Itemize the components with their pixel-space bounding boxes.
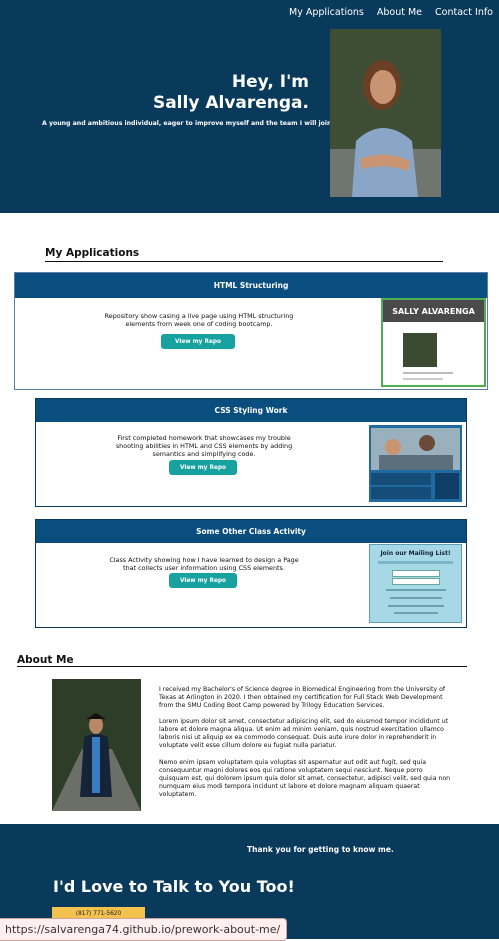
contact-headline: I'd Love to Talk to You Too!	[53, 877, 295, 896]
project-card-html: HTML Structuring Repository show casing …	[14, 272, 488, 390]
card-description: Class Activity showing how I have learne…	[109, 556, 299, 572]
thumb-line	[394, 612, 438, 614]
nav-my-applications[interactable]: My Applications	[289, 7, 364, 18]
thumb-input	[392, 570, 440, 577]
thumb-input	[392, 578, 440, 585]
project-card-css: CSS Styling Work First completed homewor…	[35, 398, 467, 507]
thumb-line	[388, 605, 444, 607]
profile-photo	[330, 29, 441, 197]
card-description: First completed homework that showcases …	[115, 434, 293, 458]
view-repo-button[interactable]: View my Repo	[161, 334, 235, 349]
hero-greeting: Hey, I'm	[231, 72, 309, 92]
card-title: CSS Styling Work	[36, 399, 466, 422]
hero-name: Sally Alvarenga.	[152, 93, 309, 113]
project-card-class-activity: Some Other Class Activity Class Activity…	[35, 519, 467, 628]
thumb-line	[378, 561, 453, 564]
applications-heading: My Applications	[45, 247, 140, 259]
thumb-line	[386, 589, 446, 591]
about-heading: About Me	[17, 654, 74, 666]
card-title: Some Other Class Activity	[36, 520, 466, 543]
about-paragraph: Nemo enim ipsam voluptatem quia voluptas…	[159, 759, 451, 798]
thumb-banner: SALLY ALVARENGA	[383, 300, 484, 322]
link-status-bar: https://salvarenga74.github.io/prework-a…	[0, 918, 288, 941]
view-repo-button[interactable]: View my Repo	[169, 460, 237, 475]
hero-heading: Hey, I'm Sally Alvarenga.	[153, 72, 309, 114]
thumb-line	[390, 597, 442, 599]
about-paragraph: I received my Bachelor's of Science degr…	[159, 686, 446, 709]
top-nav: My Applications About Me Contact Info	[289, 7, 493, 18]
about-divider	[17, 666, 467, 667]
hero-tagline: A young and ambitious individual, eager …	[42, 120, 334, 127]
nav-about-me[interactable]: About Me	[377, 7, 422, 18]
thumb-line	[403, 378, 443, 380]
thanks-text: Thank you for getting to know me.	[247, 845, 394, 854]
thumb-line	[403, 372, 453, 374]
thumb-title: Join our Mailing List!	[380, 550, 451, 557]
project-screenshot[interactable]: Join our Mailing List!	[369, 544, 462, 623]
nav-contact-info[interactable]: Contact Info	[435, 7, 493, 18]
thumb-photo	[403, 333, 437, 367]
card-title: HTML Structuring	[15, 273, 487, 298]
view-repo-button[interactable]: View my Repo	[169, 573, 237, 588]
applications-divider	[45, 261, 443, 262]
card-description: Repository show casing a live page using…	[104, 312, 294, 328]
project-screenshot[interactable]: SALLY ALVARENGA	[381, 298, 486, 387]
about-paragraph: Lorem ipsum dolor sit amet, consectetur …	[159, 718, 449, 749]
project-screenshot[interactable]	[369, 425, 462, 502]
hero-section: My Applications About Me Contact Info He…	[0, 0, 499, 213]
graduation-photo	[52, 679, 141, 811]
